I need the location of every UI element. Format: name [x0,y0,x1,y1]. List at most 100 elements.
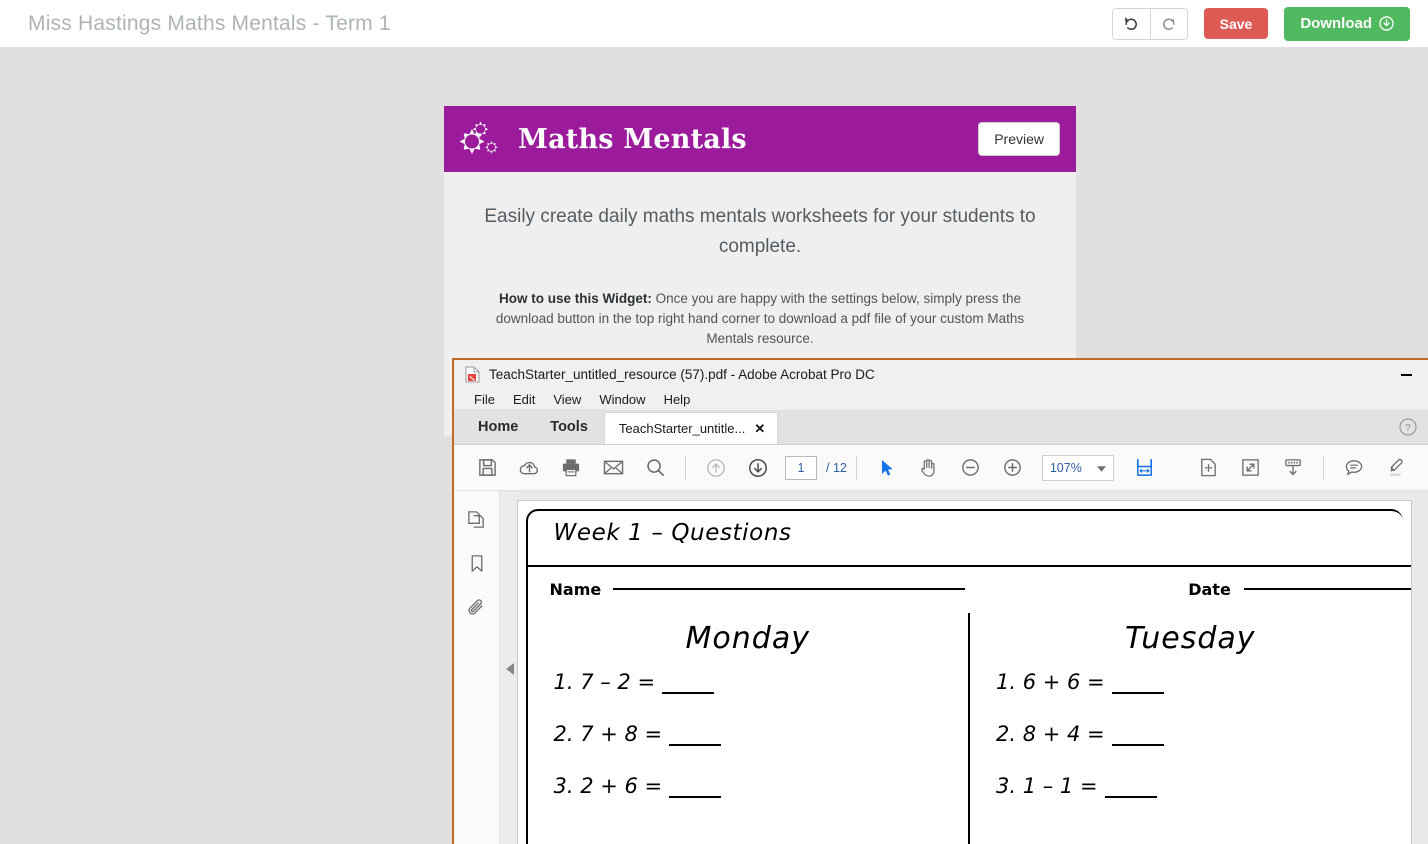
menu-window[interactable]: Window [590,391,654,408]
page-number-input[interactable]: 1 [785,455,817,480]
minimize-button[interactable] [1384,360,1428,389]
email-icon[interactable] [592,447,634,489]
attachments-icon[interactable] [463,593,491,621]
top-bar-actions: Save Download [1111,6,1410,41]
toolbar-separator [1322,455,1324,480]
toolbar-separator [855,455,857,480]
acrobat-main-area: Week 1 – Questions Name Date Monday 1. 7… [454,491,1428,844]
answer-blank [669,744,722,746]
tab-home[interactable]: Home [462,409,534,444]
pdf-file-icon [465,366,480,383]
date-label: Date [1188,579,1231,599]
gears-icon [459,115,512,163]
question-list: 1. 6 + 6 = 2. 8 + 4 = 3. 1 – 1 = [970,670,1411,798]
answer-blank [1111,692,1164,694]
question-list: 1. 7 – 2 = 2. 7 + 8 = 3. 2 + 6 = [528,670,969,798]
toolbar-separator [685,455,686,480]
app-top-bar: Miss Hastings Maths Mentals - Term 1 Sav… [0,0,1428,48]
zoom-level-dropdown[interactable]: 107% [1041,454,1114,481]
question-item: 1. 7 – 2 = [554,670,969,694]
date-rule [1243,588,1411,590]
pdf-page: Week 1 – Questions Name Date Monday 1. 7… [516,500,1412,844]
download-button[interactable]: Download [1284,6,1410,41]
redo-button[interactable] [1149,8,1187,39]
question-item: 2. 7 + 8 = [554,722,969,746]
search-icon[interactable] [634,447,676,489]
menu-file[interactable]: File [465,391,504,408]
download-icon [1379,16,1394,31]
page-thumbnails-icon[interactable] [463,505,491,533]
print-icon[interactable] [550,447,592,489]
svg-text:?: ? [1405,423,1411,434]
save-button[interactable]: Save [1203,8,1269,39]
undo-button[interactable] [1112,8,1150,39]
collapse-arrow-glyph [506,662,514,675]
acrobat-window: TeachStarter_untitled_resource (57).pdf … [452,358,1428,844]
question-text: 1. 6 + 6 = [996,670,1105,694]
comment-icon[interactable] [1333,447,1375,489]
worksheet-title-box: Week 1 – Questions [525,509,1403,565]
widget-header: Maths Mentals Preview [444,106,1076,172]
day-heading: Tuesday [1124,621,1256,656]
minimize-icon [1400,373,1412,376]
show-toolbar-icon[interactable] [1272,447,1314,489]
answer-blank [1111,744,1164,746]
worksheet-column-monday: Monday 1. 7 – 2 = 2. 7 + 8 = 3. 2 + 6 = [528,613,969,844]
fullscreen-icon[interactable] [1230,447,1272,489]
question-item: 3. 2 + 6 = [554,774,969,798]
question-item: 2. 8 + 4 = [996,722,1411,746]
window-controls [1384,360,1428,389]
widget-tagline: Easily create daily maths mentals worksh… [484,206,1036,257]
widget-howto-label: How to use this Widget: [498,291,652,306]
document-tab[interactable]: TeachStarter_untitle... ✕ [603,412,779,444]
help-circle-icon[interactable]: ? [1396,415,1420,439]
chevron-down-icon [1096,459,1106,477]
save-icon[interactable] [466,447,508,489]
highlighter-icon[interactable] [1375,447,1417,489]
worksheet-title: Week 1 – Questions [553,520,792,546]
tab-group: Home Tools TeachStarter_untitle... ✕ [454,409,779,444]
select-cursor-icon[interactable] [866,447,908,489]
widget-body: Easily create daily maths mentals worksh… [444,172,1076,349]
acrobat-left-sidebar [454,491,520,844]
answer-blank [662,692,715,694]
name-rule [613,588,966,590]
worksheet-column-tuesday: Tuesday 1. 6 + 6 = 2. 8 + 4 = 3. 1 – 1 = [968,613,1411,844]
zoom-out-icon[interactable] [950,447,992,489]
answer-blank [669,796,722,798]
upload-cloud-icon[interactable] [508,447,550,489]
page-title: Miss Hastings Maths Mentals - Term 1 [28,11,391,35]
widget-title: Maths Mentals [518,123,747,155]
acrobat-tab-bar: Home Tools TeachStarter_untitle... ✕ ? [454,409,1428,445]
menu-help[interactable]: Help [655,391,700,408]
page-total-label: / 12 [826,460,847,475]
question-text: 3. 2 + 6 = [553,774,663,798]
answer-blank [1104,796,1157,798]
document-tab-label: TeachStarter_untitle... [618,421,746,436]
tab-tools[interactable]: Tools [534,409,604,444]
next-page-icon[interactable] [737,447,779,489]
menu-edit[interactable]: Edit [504,391,544,408]
question-text: 2. 7 + 8 = [553,722,663,746]
pdf-viewport[interactable]: Week 1 – Questions Name Date Monday 1. 7… [500,491,1428,844]
acrobat-menu-bar: File Edit View Window Help [454,389,1428,410]
question-text: 3. 1 – 1 = [996,774,1098,798]
fit-width-icon[interactable] [1124,447,1166,489]
menu-view[interactable]: View [544,391,590,408]
acrobat-window-title: TeachStarter_untitled_resource (57).pdf … [489,367,875,382]
question-item: 1. 6 + 6 = [996,670,1411,694]
undo-redo-group [1111,7,1188,40]
acrobat-toolbar: 1 / 12 107% [454,445,1428,491]
fit-page-icon[interactable] [1188,447,1230,489]
question-item: 3. 1 – 1 = [996,774,1411,798]
acrobat-title-bar[interactable]: TeachStarter_untitled_resource (57).pdf … [454,360,1428,389]
zoom-in-icon[interactable] [992,447,1034,489]
preview-button[interactable]: Preview [978,122,1060,156]
day-heading: Monday [685,621,810,656]
nav-tabs: Home Tools [454,409,604,444]
question-text: 2. 8 + 4 = [996,722,1105,746]
previous-page-icon[interactable] [695,447,737,489]
close-icon[interactable]: ✕ [754,421,765,437]
hand-tool-icon[interactable] [908,447,950,489]
bookmarks-icon[interactable] [463,549,491,577]
